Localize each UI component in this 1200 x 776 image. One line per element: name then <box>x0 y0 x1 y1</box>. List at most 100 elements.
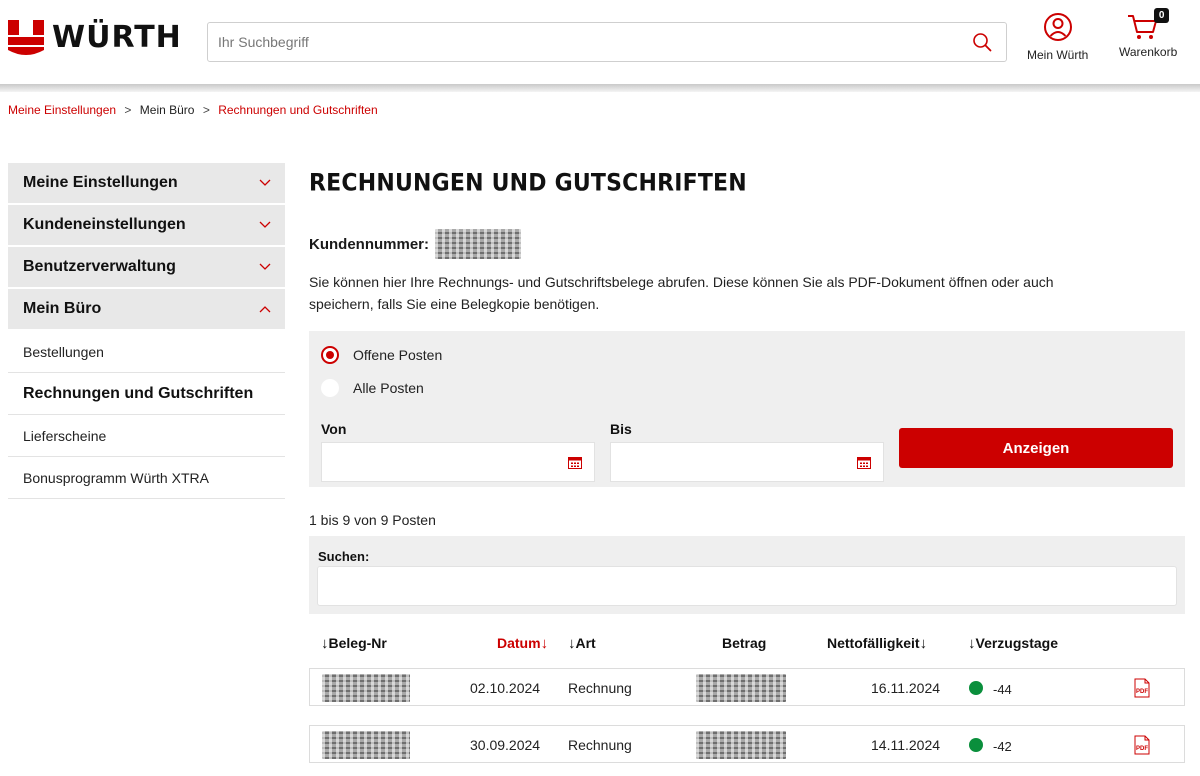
breadcrumb-item-invoices[interactable]: Rechnungen und Gutschriften <box>218 103 377 117</box>
account-label: Mein Würth <box>1027 48 1089 62</box>
show-button[interactable]: Anzeigen <box>899 428 1173 468</box>
sidebar-group-settings[interactable]: Meine Einstellungen <box>8 163 285 203</box>
date-cell: 30.09.2024 <box>470 737 541 753</box>
page-title: RECHNUNGEN UND GUTSCHRIFTEN <box>309 170 747 197</box>
svg-text:PDF: PDF <box>1136 746 1148 752</box>
sidebar: Meine Einstellungen Kundeneinstellungen … <box>8 163 285 499</box>
column-header-net-due[interactable]: Nettofälligkeit↓ <box>827 635 927 652</box>
status-dot-icon <box>969 681 983 695</box>
sort-arrow-icon: ↓ <box>540 635 549 652</box>
calendar-icon[interactable] <box>857 456 871 469</box>
column-label: Art <box>575 635 596 651</box>
column-label: Verzugstage <box>975 635 1058 651</box>
column-header-amount[interactable]: Betrag <box>722 635 766 651</box>
breadcrumb-item-office[interactable]: Mein Büro <box>140 103 195 117</box>
breadcrumb-separator: > <box>202 103 210 117</box>
table-search-input[interactable] <box>317 566 1177 606</box>
logo-text: WÜRTH <box>52 20 182 55</box>
type-cell: Rechnung <box>568 737 632 753</box>
breadcrumb: Meine Einstellungen > Mein Büro > Rechnu… <box>8 103 378 117</box>
sort-arrow-icon: ↓ <box>568 635 576 652</box>
radio-open-items-label: Offene Posten <box>353 347 443 363</box>
search-icon[interactable] <box>972 32 992 52</box>
column-label: Nettofälligkeit <box>827 635 920 651</box>
column-header-type[interactable]: ↓Art <box>568 635 596 652</box>
column-header-overdue-days[interactable]: ↓Verzugstage <box>968 635 1058 652</box>
cart-link[interactable]: 0 Warenkorb <box>1119 8 1178 59</box>
sort-arrow-icon: ↓ <box>968 635 976 652</box>
sidebar-item-delivery-notes[interactable]: Lieferscheine <box>8 415 285 457</box>
site-header: WÜRTH Mein Würth 0 Warenkorb <box>0 0 1200 84</box>
chevron-down-icon <box>259 263 271 270</box>
table-row[interactable]: 30.09.2024 Rechnung 14.11.2024 -42 PDF <box>309 725 1185 763</box>
table-search-panel: Suchen: <box>309 536 1185 614</box>
from-date-field[interactable] <box>321 442 595 482</box>
overdue-days-cell: -44 <box>993 682 1012 697</box>
sidebar-group-label: Benutzerverwaltung <box>23 258 176 275</box>
sidebar-group-label: Meine Einstellungen <box>23 174 178 191</box>
net-due-cell: 14.11.2024 <box>871 737 941 753</box>
sidebar-group-label: Kundeneinstellungen <box>23 216 186 233</box>
header-shadow <box>0 84 1200 92</box>
to-date-label: Bis <box>610 421 632 437</box>
breadcrumb-item-settings[interactable]: Meine Einstellungen <box>8 103 116 117</box>
amount-redacted <box>696 674 786 702</box>
from-date-label: Von <box>321 421 347 437</box>
column-header-doc-number[interactable]: ↓Beleg-Nr <box>321 635 387 652</box>
sidebar-item-orders[interactable]: Bestellungen <box>8 331 285 373</box>
table-row[interactable]: 02.10.2024 Rechnung 16.11.2024 -44 PDF <box>309 668 1185 706</box>
search-input[interactable] <box>208 23 948 61</box>
customer-number-label: Kundennummer: <box>309 235 429 253</box>
column-header-date[interactable]: Datum↓ <box>497 635 548 652</box>
net-due-cell: 16.11.2024 <box>871 680 941 696</box>
doc-number-redacted <box>322 674 410 702</box>
column-label: Betrag <box>722 635 767 651</box>
pdf-file-icon[interactable]: PDF <box>1133 678 1151 698</box>
customer-number-row: Kundennummer: <box>309 229 1185 259</box>
sort-arrow-icon: ↓ <box>321 635 329 652</box>
to-date-input[interactable] <box>611 443 841 481</box>
amount-redacted <box>696 731 786 759</box>
sort-arrow-icon: ↓ <box>919 635 928 652</box>
cart-label: Warenkorb <box>1119 45 1178 59</box>
chevron-up-icon <box>259 306 271 313</box>
type-cell: Rechnung <box>568 680 632 696</box>
sidebar-group-label: Mein Büro <box>23 300 102 317</box>
chevron-down-icon <box>259 179 271 186</box>
column-label: Datum <box>497 635 541 651</box>
table-search-label: Suchen: <box>318 549 370 564</box>
calendar-icon[interactable] <box>568 456 582 469</box>
sidebar-item-invoices[interactable]: Rechnungen und Gutschriften <box>8 373 285 415</box>
radio-all-items[interactable]: Alle Posten <box>321 379 424 397</box>
sidebar-item-bonus-program[interactable]: Bonusprogramm Würth XTRA <box>8 457 285 499</box>
customer-number-redacted <box>435 229 521 259</box>
search-box <box>207 22 1007 62</box>
from-date-input[interactable] <box>322 443 552 481</box>
pdf-file-icon[interactable]: PDF <box>1133 735 1151 755</box>
chevron-down-icon <box>259 221 271 228</box>
user-circle-icon <box>1043 13 1072 41</box>
account-link[interactable]: Mein Würth <box>1027 12 1088 62</box>
sidebar-group-office[interactable]: Mein Büro <box>8 289 285 329</box>
sidebar-group-users[interactable]: Benutzerverwaltung <box>8 247 285 287</box>
status-dot-icon <box>969 738 983 752</box>
date-cell: 02.10.2024 <box>470 680 541 696</box>
filter-panel: Offene Posten Alle Posten Von Bis Anzeig… <box>309 331 1185 487</box>
intro-text: Sie können hier Ihre Rechnungs- und Guts… <box>309 274 1054 312</box>
main-content: RECHNUNGEN UND GUTSCHRIFTEN Kundennummer… <box>309 160 1185 763</box>
radio-unchecked-icon[interactable] <box>321 379 339 397</box>
wurth-logo-icon <box>8 20 44 55</box>
overdue-days-cell: -42 <box>993 739 1012 754</box>
results-count: 1 bis 9 von 9 Posten <box>309 512 436 528</box>
radio-open-items[interactable]: Offene Posten <box>321 346 442 364</box>
radio-all-items-label: Alle Posten <box>353 380 424 396</box>
to-date-field[interactable] <box>610 442 884 482</box>
wurth-logo[interactable]: WÜRTH <box>8 20 182 56</box>
svg-text:PDF: PDF <box>1136 689 1148 695</box>
cart-count-badge: 0 <box>1154 8 1170 23</box>
breadcrumb-separator: > <box>124 103 132 117</box>
doc-number-redacted <box>322 731 410 759</box>
sidebar-group-customer[interactable]: Kundeneinstellungen <box>8 205 285 245</box>
radio-checked-icon[interactable] <box>321 346 339 364</box>
column-label: Beleg-Nr <box>328 635 387 651</box>
